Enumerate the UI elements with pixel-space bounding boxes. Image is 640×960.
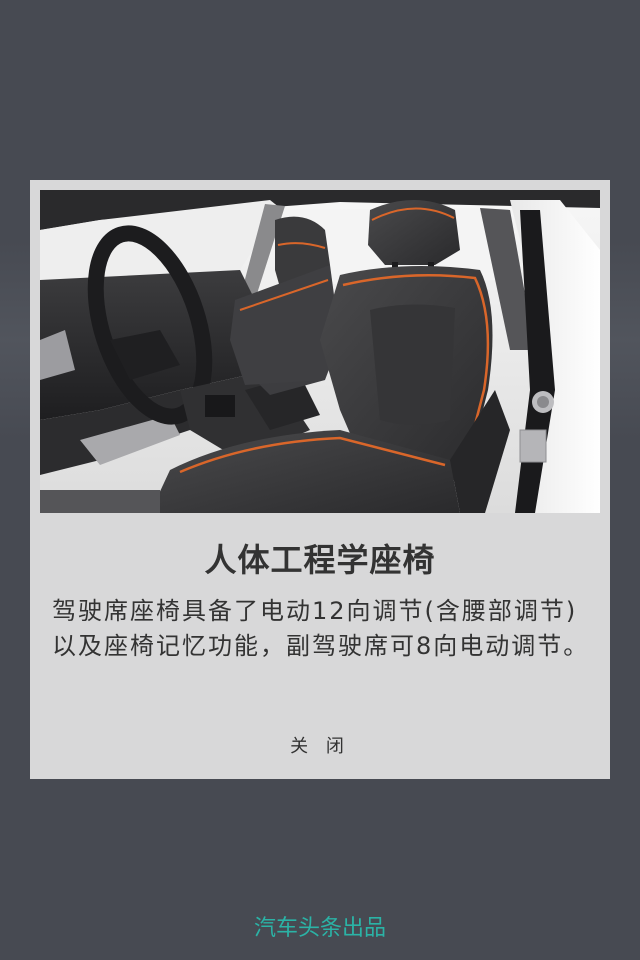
- footer-credit: 汽车头条出品: [253, 916, 386, 941]
- car-seat-photo: [40, 190, 600, 513]
- info-modal: 人体工程学座椅 驾驶席座椅具备了电动12向调节(含腰部调节)以及座椅记忆功能，副…: [30, 180, 610, 779]
- close-button[interactable]: 关 闭: [270, 730, 370, 764]
- modal-title: 人体工程学座椅: [204, 541, 436, 579]
- modal-description: 驾驶席座椅具备了电动12向调节(含腰部调节)以及座椅记忆功能，副驾驶席可8向电动…: [52, 597, 590, 660]
- screen: 人体工程学座椅 驾驶席座椅具备了电动12向调节(含腰部调节)以及座椅记忆功能，副…: [0, 0, 640, 960]
